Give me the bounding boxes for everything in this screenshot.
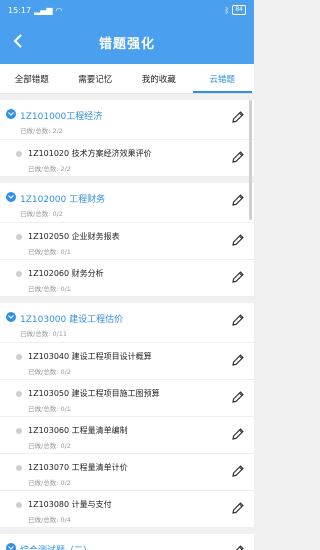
- chapter-section: 1Z102000 工程财务 已做/总数: 0/2 1Z102050 企业财务报表 已做…: [0, 183, 254, 297]
- bullet-dot-icon: [16, 465, 22, 471]
- chapter-section: 1Z103000 建设工程估价 已做/总数: 0/11 1Z103040 建设工程项…: [0, 303, 254, 528]
- section-item[interactable]: 1Z103080 计量与支付 已做/总数: 0/4: [0, 491, 254, 528]
- section-item-progress: 已做/总数: 0/4: [28, 516, 71, 524]
- section-item-progress: 已做/总数: 0/2: [28, 368, 71, 376]
- tab-0[interactable]: 全部错题: [0, 64, 64, 93]
- section-item-progress: 已做/总数: 0/1: [28, 405, 71, 413]
- edit-pencil-icon[interactable]: [231, 390, 245, 404]
- collapse-chevron-icon[interactable]: [6, 109, 16, 119]
- page-title: 错题强化: [98, 36, 155, 52]
- chapter-list: 1Z101000工程经济 已做/总数: 2/2 1Z101020 技术方案经济效果评…: [0, 94, 254, 550]
- screen: 15:17 ▂▄▆ ◠ ᛒ 84 错题强化 全部错题 需要记忆 我的收藏 云错题 1Z…: [0, 0, 254, 550]
- battery-icon: 84: [232, 5, 246, 15]
- status-bar: 15:17 ▂▄▆ ◠ ᛒ 84: [0, 0, 254, 20]
- bullet-dot-icon: [16, 502, 22, 508]
- section-item[interactable]: 1Z102050 企业财务报表 已做/总数: 0/1: [0, 223, 254, 260]
- status-time: 15:17: [8, 5, 32, 15]
- nav-bar: 错题强化: [0, 20, 254, 64]
- collapse-chevron-icon[interactable]: [6, 192, 16, 202]
- wifi-icon: ◠: [55, 5, 63, 15]
- edit-pencil-icon[interactable]: [231, 313, 245, 327]
- edit-pencil-icon[interactable]: [231, 193, 245, 207]
- edit-pencil-icon[interactable]: [231, 150, 245, 164]
- chapter-header[interactable]: 1Z103000 建设工程估价 已做/总数: 0/11: [0, 303, 254, 343]
- bullet-dot-icon: [16, 271, 22, 277]
- edit-pencil-icon[interactable]: [231, 501, 245, 515]
- section-item[interactable]: 1Z101020 技术方案经济效果评价 已做/总数: 2/2: [0, 140, 254, 177]
- chapter-progress: 已做/总数: 2/2: [20, 127, 63, 135]
- chapter-header[interactable]: 1Z102000 工程财务 已做/总数: 0/2: [0, 183, 254, 223]
- chapter-title: 1Z103000 建设工程估价: [20, 315, 124, 325]
- bullet-dot-icon: [16, 428, 22, 434]
- section-item[interactable]: 1Z103070 工程量清单计价 已做/总数: 0/2: [0, 454, 254, 491]
- section-item-progress: 已做/总数: 0/1: [28, 285, 71, 293]
- section-item-title: 1Z103040 建设工程项目设计概算: [28, 352, 152, 361]
- top-bar: 15:17 ▂▄▆ ◠ ᛒ 84 错题强化: [0, 0, 254, 64]
- section-item-title: 1Z103060 工程量清单编制: [28, 426, 128, 435]
- section-item-title: 1Z101020 技术方案经济效果评价: [28, 149, 152, 158]
- edit-pencil-icon[interactable]: [231, 233, 245, 247]
- tab-1[interactable]: 需要记忆: [64, 64, 128, 93]
- chapter-header[interactable]: 1Z101000工程经济 已做/总数: 2/2: [0, 100, 254, 140]
- chapter-title: 1Z101000工程经济: [20, 112, 103, 122]
- section-item-title: 1Z102060 财务分析: [28, 269, 104, 278]
- bullet-dot-icon: [16, 234, 22, 240]
- section-item[interactable]: 1Z103050 建设工程项目施工图预算 已做/总数: 0/1: [0, 380, 254, 417]
- section-item-progress: 已做/总数: 0/2: [28, 479, 71, 487]
- section-item-progress: 已做/总数: 0/2: [28, 442, 71, 450]
- tab-2[interactable]: 我的收藏: [127, 64, 191, 93]
- section-item-title: 1Z103080 计量与支付: [28, 500, 112, 509]
- edit-pencil-icon[interactable]: [231, 427, 245, 441]
- chevron-left-icon: [13, 34, 22, 48]
- signal-icon: ▂▄▆: [34, 5, 53, 15]
- chapter-title: 综合测试题（二）: [20, 543, 92, 550]
- chapter-progress: 已做/总数: 0/11: [20, 330, 68, 338]
- section-item-title: 1Z102050 企业财务报表: [28, 232, 120, 241]
- edit-pencil-icon[interactable]: [231, 270, 245, 284]
- back-button[interactable]: [8, 31, 28, 51]
- bullet-dot-icon: [16, 151, 22, 157]
- bullet-dot-icon: [16, 354, 22, 360]
- section-item-progress: 已做/总数: 0/1: [28, 248, 71, 256]
- tab-3[interactable]: 云错题: [191, 64, 255, 93]
- edit-pencil-icon[interactable]: [231, 464, 245, 478]
- edit-pencil-icon[interactable]: [231, 353, 245, 367]
- chapter-section: 综合测试题（二）: [0, 534, 254, 550]
- chapter-section: 1Z101000工程经济 已做/总数: 2/2 1Z101020 技术方案经济效果评…: [0, 100, 254, 177]
- collapse-chevron-icon[interactable]: [6, 312, 16, 322]
- chapter-progress: 已做/总数: 0/2: [20, 210, 63, 218]
- tab-bar: 全部错题 需要记忆 我的收藏 云错题: [0, 64, 254, 94]
- section-item-title: 1Z103050 建设工程项目施工图预算: [28, 389, 160, 398]
- section-item[interactable]: 1Z102060 财务分析 已做/总数: 0/1: [0, 260, 254, 297]
- scrollbar[interactable]: [249, 100, 252, 220]
- collapse-chevron-icon[interactable]: [6, 543, 16, 550]
- section-item-title: 1Z103070 工程量清单计价: [28, 463, 128, 472]
- edit-pencil-icon[interactable]: [231, 544, 245, 550]
- bluetooth-icon: ᛒ: [224, 5, 230, 15]
- edit-pencil-icon[interactable]: [231, 110, 245, 124]
- section-item-progress: 已做/总数: 2/2: [28, 165, 71, 173]
- chapter-header[interactable]: 综合测试题（二）: [0, 534, 254, 550]
- section-item[interactable]: 1Z103060 工程量清单编制 已做/总数: 0/2: [0, 417, 254, 454]
- bullet-dot-icon: [16, 391, 22, 397]
- chapter-title: 1Z102000 工程财务: [20, 195, 106, 205]
- section-item[interactable]: 1Z103040 建设工程项目设计概算 已做/总数: 0/2: [0, 343, 254, 380]
